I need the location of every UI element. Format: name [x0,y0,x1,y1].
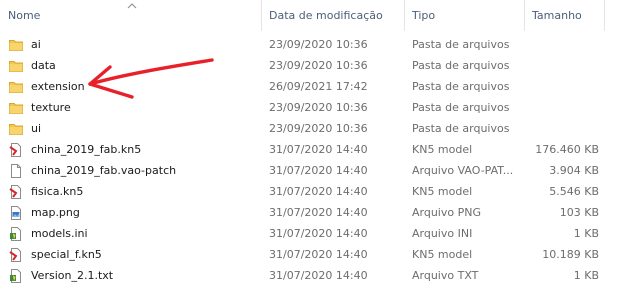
file-type: KN5 model [412,248,473,261]
folder-icon [8,121,24,137]
file-row[interactable]: texture 23/09/2020 10:36 Pasta de arquiv… [0,97,632,118]
txt-file-icon [8,268,24,284]
column-divider[interactable] [404,0,405,31]
file-size: 176.460 KB [535,143,599,156]
file-type: Pasta de arquivos [412,101,510,114]
file-type: Arquivo PNG [412,206,481,219]
file-type: Pasta de arquivos [412,80,510,93]
column-divider[interactable] [604,0,605,31]
file-date: 31/07/2020 14:40 [269,227,368,240]
kn5-file-icon [8,142,24,158]
file-name: Version_2.1.txt [31,269,114,282]
kn5-file-icon [8,184,24,200]
column-divider[interactable] [261,0,262,31]
file-name: ai [31,38,41,51]
file-size [524,118,599,139]
file-row[interactable]: special_f.kn5 31/07/2020 14:40 KN5 model… [0,244,632,265]
file-row[interactable]: extension 26/09/2021 17:42 Pasta de arqu… [0,76,632,97]
file-date: 31/07/2020 14:40 [269,269,368,282]
file-name: fisica.kn5 [31,185,84,198]
file-type: Arquivo TXT [412,269,479,282]
file-size: 1 KB [573,227,599,240]
folder-icon [8,79,24,95]
file-row[interactable]: map.png 31/07/2020 14:40 Arquivo PNG 103… [0,202,632,223]
file-type: KN5 model [412,185,473,198]
file-date: 23/09/2020 10:36 [269,101,368,114]
file-size [524,76,599,97]
column-header-size[interactable]: Tamanho [532,0,582,31]
column-header-date[interactable]: Data de modificação [269,0,383,31]
column-header-bar: Nome Data de modificação Tipo Tamanho [0,0,632,31]
file-row[interactable]: china_2019_fab.vao-patch 31/07/2020 14:4… [0,160,632,181]
file-name: special_f.kn5 [31,248,102,261]
file-size: 1 KB [573,269,599,282]
file-list: ai 23/09/2020 10:36 Pasta de arquivos da… [0,34,632,286]
file-name: data [31,59,56,72]
kn5-file-icon [8,247,24,263]
file-name: models.ini [31,227,88,240]
file-row[interactable]: Version_2.1.txt 31/07/2020 14:40 Arquivo… [0,265,632,286]
file-date: 23/09/2020 10:36 [269,122,368,135]
file-name: map.png [31,206,80,219]
image-file-icon [8,205,24,221]
sort-ascending-icon [127,3,137,9]
file-size: 3.904 KB [549,164,599,177]
file-type: Pasta de arquivos [412,59,510,72]
file-date: 31/07/2020 14:40 [269,143,368,156]
column-header-name[interactable]: Nome [8,0,40,31]
file-date: 31/07/2020 14:40 [269,164,368,177]
file-row[interactable]: data 23/09/2020 10:36 Pasta de arquivos [0,55,632,76]
file-row[interactable]: china_2019_fab.kn5 31/07/2020 14:40 KN5 … [0,139,632,160]
file-name: china_2019_fab.kn5 [31,143,142,156]
file-size: 10.189 KB [542,248,599,261]
file-type: Pasta de arquivos [412,122,510,135]
file-row[interactable]: ui 23/09/2020 10:36 Pasta de arquivos [0,118,632,139]
file-date: 23/09/2020 10:36 [269,38,368,51]
ini-file-icon [8,226,24,242]
file-row[interactable]: models.ini 31/07/2020 14:40 Arquivo INI … [0,223,632,244]
column-header-type[interactable]: Tipo [412,0,435,31]
column-divider[interactable] [524,0,525,31]
file-date: 31/07/2020 14:40 [269,206,368,219]
file-size: 5.546 KB [549,185,599,198]
file-row[interactable]: fisica.kn5 31/07/2020 14:40 KN5 model 5.… [0,181,632,202]
folder-icon [8,100,24,116]
file-size: 103 KB [559,206,599,219]
blank-file-icon [8,163,24,179]
file-date: 31/07/2020 14:40 [269,248,368,261]
file-type: Arquivo INI [412,227,473,240]
file-type: KN5 model [412,143,473,156]
file-size [524,55,599,76]
file-type: Pasta de arquivos [412,38,510,51]
file-date: 26/09/2021 17:42 [269,80,368,93]
file-name: china_2019_fab.vao-patch [31,164,177,177]
file-name: extension [31,80,85,93]
folder-icon [8,58,24,74]
file-date: 31/07/2020 14:40 [269,185,368,198]
file-size [524,97,599,118]
file-date: 23/09/2020 10:36 [269,59,368,72]
folder-icon [8,37,24,53]
file-type: Arquivo VAO-PAT... [412,164,514,177]
file-name: texture [31,101,71,114]
file-row[interactable]: ai 23/09/2020 10:36 Pasta de arquivos [0,34,632,55]
file-size [524,34,599,55]
file-name: ui [31,122,42,135]
